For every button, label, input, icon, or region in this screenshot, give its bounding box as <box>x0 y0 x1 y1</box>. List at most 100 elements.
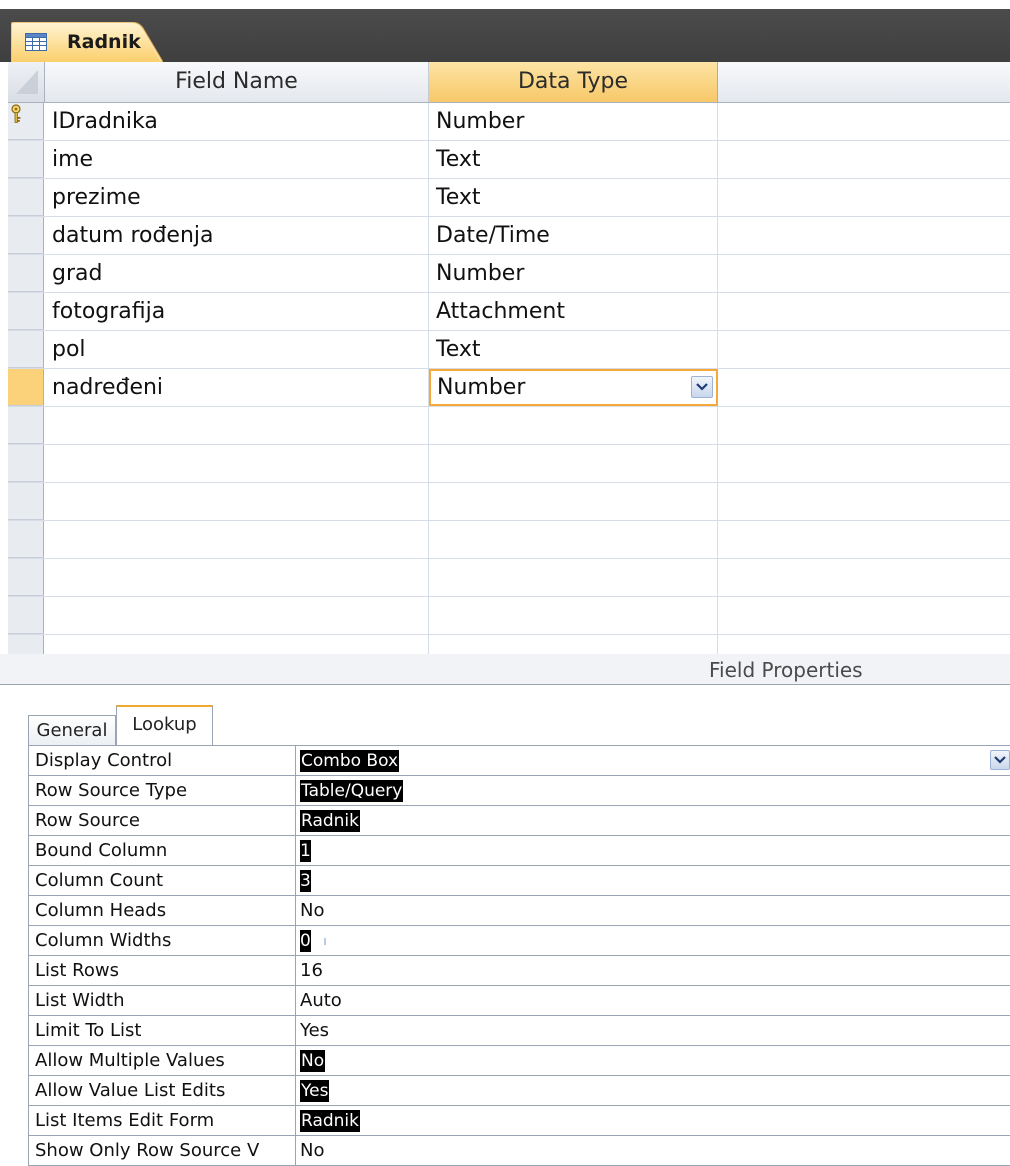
data-type-cell[interactable] <box>429 483 718 520</box>
field-name-cell[interactable]: prezime <box>45 179 429 216</box>
row-selector[interactable] <box>8 635 44 654</box>
data-type-cell[interactable]: Text <box>429 141 718 178</box>
description-cell[interactable] <box>718 635 1010 654</box>
property-row-column-widths[interactable]: Column Widths 0 <box>28 926 1010 956</box>
field-name-cell[interactable] <box>45 445 429 482</box>
empty-row[interactable] <box>8 483 1010 521</box>
description-cell[interactable] <box>718 141 1010 178</box>
row-selector[interactable] <box>8 179 44 216</box>
empty-row[interactable] <box>8 597 1010 635</box>
row-selector[interactable] <box>8 217 44 254</box>
description-cell[interactable] <box>718 217 1010 254</box>
data-type-cell[interactable]: Text <box>429 179 718 216</box>
data-type-cell[interactable]: Date/Time <box>429 217 718 254</box>
property-row-limit-to-list[interactable]: Limit To List Yes <box>28 1016 1010 1046</box>
data-type-cell[interactable] <box>429 407 718 444</box>
empty-row[interactable] <box>8 407 1010 445</box>
row-selector[interactable] <box>8 255 44 292</box>
data-type-cell[interactable]: Number <box>429 255 718 292</box>
property-row-bound-column[interactable]: Bound Column 1 <box>28 836 1010 866</box>
row-selector[interactable] <box>8 445 44 482</box>
table-row[interactable]: datum rođenja Date/Time <box>8 217 1010 255</box>
field-name-cell[interactable]: grad <box>45 255 429 292</box>
tab-general[interactable]: General <box>28 715 116 745</box>
table-row[interactable]: grad Number <box>8 255 1010 293</box>
row-selector[interactable] <box>8 521 44 558</box>
field-name-cell[interactable]: datum rođenja <box>45 217 429 254</box>
field-name-cell[interactable] <box>45 521 429 558</box>
row-selector[interactable] <box>8 559 44 596</box>
field-name-cell[interactable] <box>45 597 429 634</box>
description-cell[interactable] <box>718 521 1010 558</box>
property-value[interactable]: Auto <box>296 986 1010 1015</box>
field-name-cell[interactable] <box>45 559 429 596</box>
property-value[interactable]: Yes <box>296 1016 1010 1045</box>
property-value[interactable]: Radnik <box>296 806 1010 835</box>
property-value[interactable]: Yes <box>296 1076 1010 1105</box>
description-cell[interactable] <box>718 255 1010 292</box>
row-selector[interactable] <box>8 293 44 330</box>
description-cell[interactable] <box>718 179 1010 216</box>
property-value[interactable]: Table/Query <box>296 776 1010 805</box>
data-type-cell[interactable] <box>429 597 718 634</box>
description-cell[interactable] <box>718 293 1010 330</box>
property-value[interactable]: 0 <box>296 926 1010 955</box>
property-row-allow-value-list-edits[interactable]: Allow Value List Edits Yes <box>28 1076 1010 1106</box>
property-row-list-items-edit-form[interactable]: List Items Edit Form Radnik <box>28 1106 1010 1136</box>
table-row[interactable]: fotografija Attachment <box>8 293 1010 331</box>
description-cell[interactable] <box>718 483 1010 520</box>
property-value[interactable]: No <box>296 1136 1010 1165</box>
description-cell[interactable] <box>718 445 1010 482</box>
field-name-cell[interactable] <box>45 407 429 444</box>
empty-row[interactable] <box>8 559 1010 597</box>
row-selector[interactable] <box>8 407 44 444</box>
field-name-cell[interactable]: fotografija <box>45 293 429 330</box>
field-name-cell[interactable]: nadređeni <box>45 369 429 406</box>
row-selector[interactable] <box>8 331 44 368</box>
property-row-list-rows[interactable]: List Rows 16 <box>28 956 1010 986</box>
property-row-row-source-type[interactable]: Row Source Type Table/Query <box>28 776 1010 806</box>
display-control-dropdown-button[interactable] <box>990 750 1010 770</box>
table-row[interactable]: ime Text <box>8 141 1010 179</box>
description-cell[interactable] <box>718 369 1010 406</box>
property-row-column-heads[interactable]: Column Heads No <box>28 896 1010 926</box>
table-row[interactable]: prezime Text <box>8 179 1010 217</box>
property-row-allow-multiple-values[interactable]: Allow Multiple Values No <box>28 1046 1010 1076</box>
select-all-corner[interactable] <box>8 62 45 102</box>
row-selector[interactable] <box>8 141 44 178</box>
row-selector[interactable] <box>8 483 44 520</box>
field-name-cell[interactable] <box>45 483 429 520</box>
row-selector[interactable] <box>8 103 44 140</box>
empty-row[interactable] <box>8 521 1010 559</box>
data-type-cell[interactable] <box>429 445 718 482</box>
property-row-column-count[interactable]: Column Count 3 <box>28 866 1010 896</box>
table-row[interactable]: IDradnika Number <box>8 103 1010 141</box>
row-selector-current[interactable] <box>8 369 44 406</box>
description-cell[interactable] <box>718 597 1010 634</box>
data-type-dropdown-button[interactable] <box>691 376 713 398</box>
data-type-cell[interactable]: Text <box>429 331 718 368</box>
property-value[interactable]: Combo Box <box>296 746 1010 775</box>
field-name-cell[interactable]: pol <box>45 331 429 368</box>
data-type-cell[interactable]: Attachment <box>429 293 718 330</box>
field-name-cell[interactable] <box>45 635 429 654</box>
property-row-display-control[interactable]: Display Control Combo Box <box>28 746 1010 776</box>
tab-lookup[interactable]: Lookup <box>116 705 213 746</box>
description-cell[interactable] <box>718 559 1010 596</box>
data-type-combo[interactable]: Number <box>429 369 718 406</box>
property-value[interactable]: No <box>296 1046 1010 1075</box>
property-value[interactable]: 16 <box>296 956 1010 985</box>
document-tab-radnik[interactable]: Radnik <box>11 22 163 62</box>
description-cell[interactable] <box>718 103 1010 140</box>
data-type-cell[interactable]: Number <box>429 103 718 140</box>
property-row-row-source[interactable]: Row Source Radnik <box>28 806 1010 836</box>
table-row[interactable]: pol Text <box>8 331 1010 369</box>
property-row-show-only-row-source-values[interactable]: Show Only Row Source V No <box>28 1136 1010 1166</box>
empty-row[interactable] <box>8 445 1010 483</box>
property-value[interactable]: Radnik <box>296 1106 1010 1135</box>
description-cell[interactable] <box>718 407 1010 444</box>
empty-row-partial[interactable] <box>8 635 1010 654</box>
data-type-cell[interactable] <box>429 635 718 654</box>
field-name-cell[interactable]: IDradnika <box>45 103 429 140</box>
description-cell[interactable] <box>718 331 1010 368</box>
